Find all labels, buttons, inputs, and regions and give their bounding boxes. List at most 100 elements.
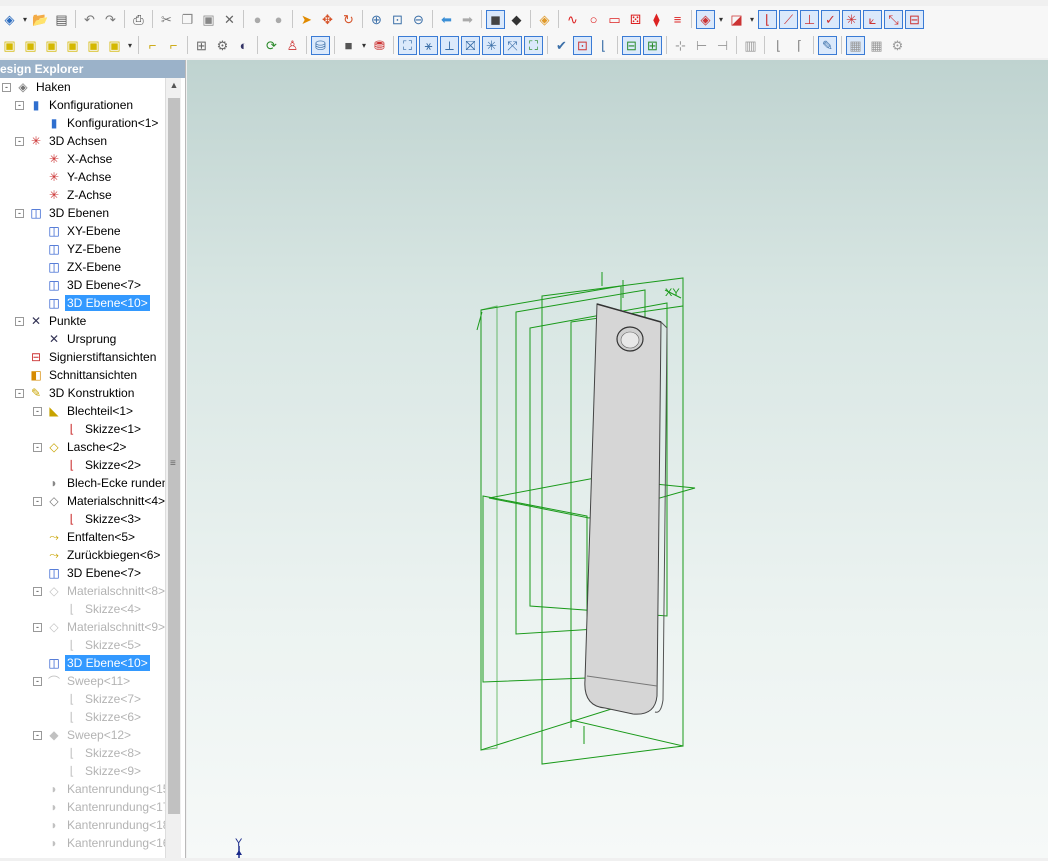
tree-node-blechteil-1[interactable]: - ◣ Blechteil<1> — [33, 402, 135, 420]
constraint-1-icon[interactable]: ⛶ — [398, 35, 417, 55]
zoom-window-icon[interactable]: ⊡ — [388, 10, 407, 29]
dim-3-icon[interactable]: ⊣ — [713, 36, 732, 55]
tree-node-skizze-3[interactable]: ⌊ Skizze<3> — [51, 510, 143, 528]
tree-collapse-toggle[interactable]: - — [33, 496, 42, 506]
constraint-2-icon[interactable]: ⚹ — [419, 35, 438, 55]
tree-node-lasche-2[interactable]: - ◇ Lasche<2> — [33, 438, 128, 456]
tree-collapse-toggle[interactable]: - — [33, 676, 42, 686]
new-dropdown[interactable]: ▾ — [21, 15, 29, 24]
tree-node-skizze-9[interactable]: ⌊ Skizze<9> — [51, 762, 143, 780]
rotate-icon[interactable]: ↻ — [339, 10, 358, 29]
tree-collapse-toggle[interactable]: - — [2, 82, 11, 92]
tree-node-zx-ebene[interactable]: ◫ ZX-Ebene — [33, 258, 123, 276]
sheet-5-icon[interactable]: ✳ — [842, 9, 861, 29]
constraint-4-icon[interactable]: ⛝ — [461, 35, 480, 55]
feature-solid-icon[interactable]: ◈ — [696, 9, 715, 29]
tree-node-materialschnitt-9[interactable]: - ◇ Materialschnitt<9> — [33, 618, 165, 636]
select-pointer-icon[interactable]: ➤ — [297, 10, 316, 29]
tree-node-signierstiftansichten[interactable]: ⊟ Signierstiftansichten — [15, 348, 158, 366]
edit-icon[interactable]: ✎ — [818, 35, 837, 55]
assembly-1-icon[interactable]: ⛁ — [311, 35, 330, 55]
open-icon[interactable]: 📂 — [31, 10, 50, 29]
tree-collapse-toggle[interactable]: - — [33, 730, 42, 740]
tree-node-blech-ecke-runden[interactable]: ◗ Blech-Ecke runden — [33, 474, 165, 492]
circle-gray-icon[interactable]: ● — [269, 10, 288, 29]
tree-node-haken[interactable]: - ◈ Haken — [2, 78, 73, 96]
delete-icon[interactable]: ✕ — [220, 10, 239, 29]
tree-collapse-toggle[interactable]: - — [15, 208, 24, 218]
redo-icon[interactable]: ↷ — [101, 10, 120, 29]
print-icon[interactable]: ⎙ — [129, 10, 148, 29]
tree-node-3d-ebene-10-konstruktion[interactable]: ◫ 3D Ebene<10> — [33, 654, 150, 672]
sketch-line-icon[interactable]: ∿ — [563, 10, 582, 29]
sheet-8-icon[interactable]: ⊟ — [905, 9, 924, 29]
profile-2-icon[interactable]: ⌈ — [790, 36, 809, 55]
zoom-in-icon[interactable]: ⊕ — [367, 10, 386, 29]
copy-icon[interactable]: ❐ — [178, 10, 197, 29]
sheet-4-icon[interactable]: ✓ — [821, 9, 840, 29]
pattern-icon[interactable]: ⊞ — [192, 36, 211, 55]
part-icon[interactable]: ⛃ — [370, 36, 389, 55]
move-icon[interactable]: ✥ — [318, 10, 337, 29]
drawing-1-icon[interactable]: ⊡ — [573, 35, 592, 55]
tree-node-skizze-2[interactable]: ⌊ Skizze<2> — [51, 456, 143, 474]
tree-node-skizze-8[interactable]: ⌊ Skizze<8> — [51, 744, 143, 762]
tree-node-kantenrundung-16[interactable]: ◗ Kantenrundung<16> — [33, 834, 165, 852]
refresh-icon[interactable]: ⟳ — [262, 36, 281, 55]
tree-node-konfigurationen[interactable]: - ▮ Konfigurationen — [15, 96, 135, 114]
tree-node-konfiguration-1[interactable]: ▮ Konfiguration<1> — [33, 114, 160, 132]
tree-node-materialschnitt-4[interactable]: - ◇ Materialschnitt<4> — [33, 492, 165, 510]
cube-5-icon[interactable]: ▣ — [84, 36, 103, 55]
cube-2-icon[interactable]: ▣ — [21, 36, 40, 55]
tree-node-kantenrundung-15[interactable]: ◗ Kantenrundung<15> — [33, 780, 165, 798]
circle-gray-icon[interactable]: ● — [248, 10, 267, 29]
shaded-view-icon[interactable]: ◼ — [486, 9, 505, 29]
sketch-rect-icon[interactable]: ▭ — [605, 10, 624, 29]
tree-collapse-toggle[interactable]: - — [15, 316, 24, 326]
bend-2-icon[interactable]: ⌐ — [164, 36, 183, 55]
cube-1-icon[interactable]: ▣ — [0, 36, 19, 55]
settings-icon[interactable]: ⚙ — [888, 36, 907, 55]
table-1-icon[interactable]: ▦ — [846, 35, 865, 55]
tree-node-kantenrundung-18[interactable]: ◗ Kantenrundung<18> — [33, 816, 165, 834]
tree-node-xy-ebene[interactable]: ◫ XY-Ebene — [33, 222, 123, 240]
wireframe-view-icon[interactable]: ◆ — [507, 10, 526, 29]
feature-dropdown[interactable]: ▾ — [748, 15, 756, 24]
tree-node-entfalten-5[interactable]: ⤳ Entfalten<5> — [33, 528, 137, 546]
bend-1-icon[interactable]: ⌐ — [143, 36, 162, 55]
layer-icon[interactable]: ▥ — [741, 36, 760, 55]
arrow-right-icon[interactable]: ➡ — [458, 10, 477, 29]
tree-node-sweep-11[interactable]: - ⌒ Sweep<11> — [33, 672, 132, 690]
arrow-left-icon[interactable]: ⬅ — [437, 10, 456, 29]
tree-node-schnittansichten[interactable]: ◧ Schnittansichten — [15, 366, 139, 384]
solid-dropdown[interactable]: ▾ — [360, 41, 368, 50]
drawing-3-icon[interactable]: ⊟ — [622, 35, 641, 55]
tree-collapse-toggle[interactable]: - — [15, 100, 24, 110]
tree-node-ursprung[interactable]: ✕ Ursprung — [33, 330, 118, 348]
dim-1-icon[interactable]: ⊹ — [671, 36, 690, 55]
sheet-6-icon[interactable]: ⟀ — [863, 9, 882, 29]
tree-node-3d-ebenen[interactable]: - ◫ 3D Ebenen — [15, 204, 111, 222]
feature-dropdown[interactable]: ▾ — [717, 15, 725, 24]
sheet-2-icon[interactable]: ⟋ — [779, 9, 798, 29]
sheet-3-icon[interactable]: ⊥ — [800, 9, 819, 29]
3d-scene[interactable]: XY Y — [187, 60, 1048, 858]
tree-collapse-toggle[interactable]: - — [33, 406, 42, 416]
sketch-constraint-icon[interactable]: ⧫ — [647, 10, 666, 29]
tree-node-skizze-5[interactable]: ⌊ Skizze<5> — [51, 636, 143, 654]
check-icon[interactable]: ✔ — [552, 36, 571, 55]
dim-2-icon[interactable]: ⊢ — [692, 36, 711, 55]
tree-node-z-achse[interactable]: ✳ Z-Achse — [33, 186, 114, 204]
tree-node-punkte[interactable]: - ✕ Punkte — [15, 312, 88, 330]
table-2-icon[interactable]: ▦ — [867, 36, 886, 55]
tree-node-kantenrundung-17[interactable]: ◗ Kantenrundung<17> — [33, 798, 165, 816]
tree-collapse-toggle[interactable]: - — [33, 442, 42, 452]
tree-node-skizze-1[interactable]: ⌊ Skizze<1> — [51, 420, 143, 438]
profile-1-icon[interactable]: ⌊ — [769, 36, 788, 55]
scroll-thumb[interactable] — [168, 98, 180, 814]
zoom-out-icon[interactable]: ⊖ — [409, 10, 428, 29]
solid-cube-icon[interactable]: ■ — [339, 36, 358, 55]
tree-node-zurueckbiegen-6[interactable]: ⤳ Zurückbiegen<6> — [33, 546, 162, 564]
tree-node-sweep-12[interactable]: - ◆ Sweep<12> — [33, 726, 133, 744]
constraint-7-icon[interactable]: ⛶ — [524, 35, 543, 55]
